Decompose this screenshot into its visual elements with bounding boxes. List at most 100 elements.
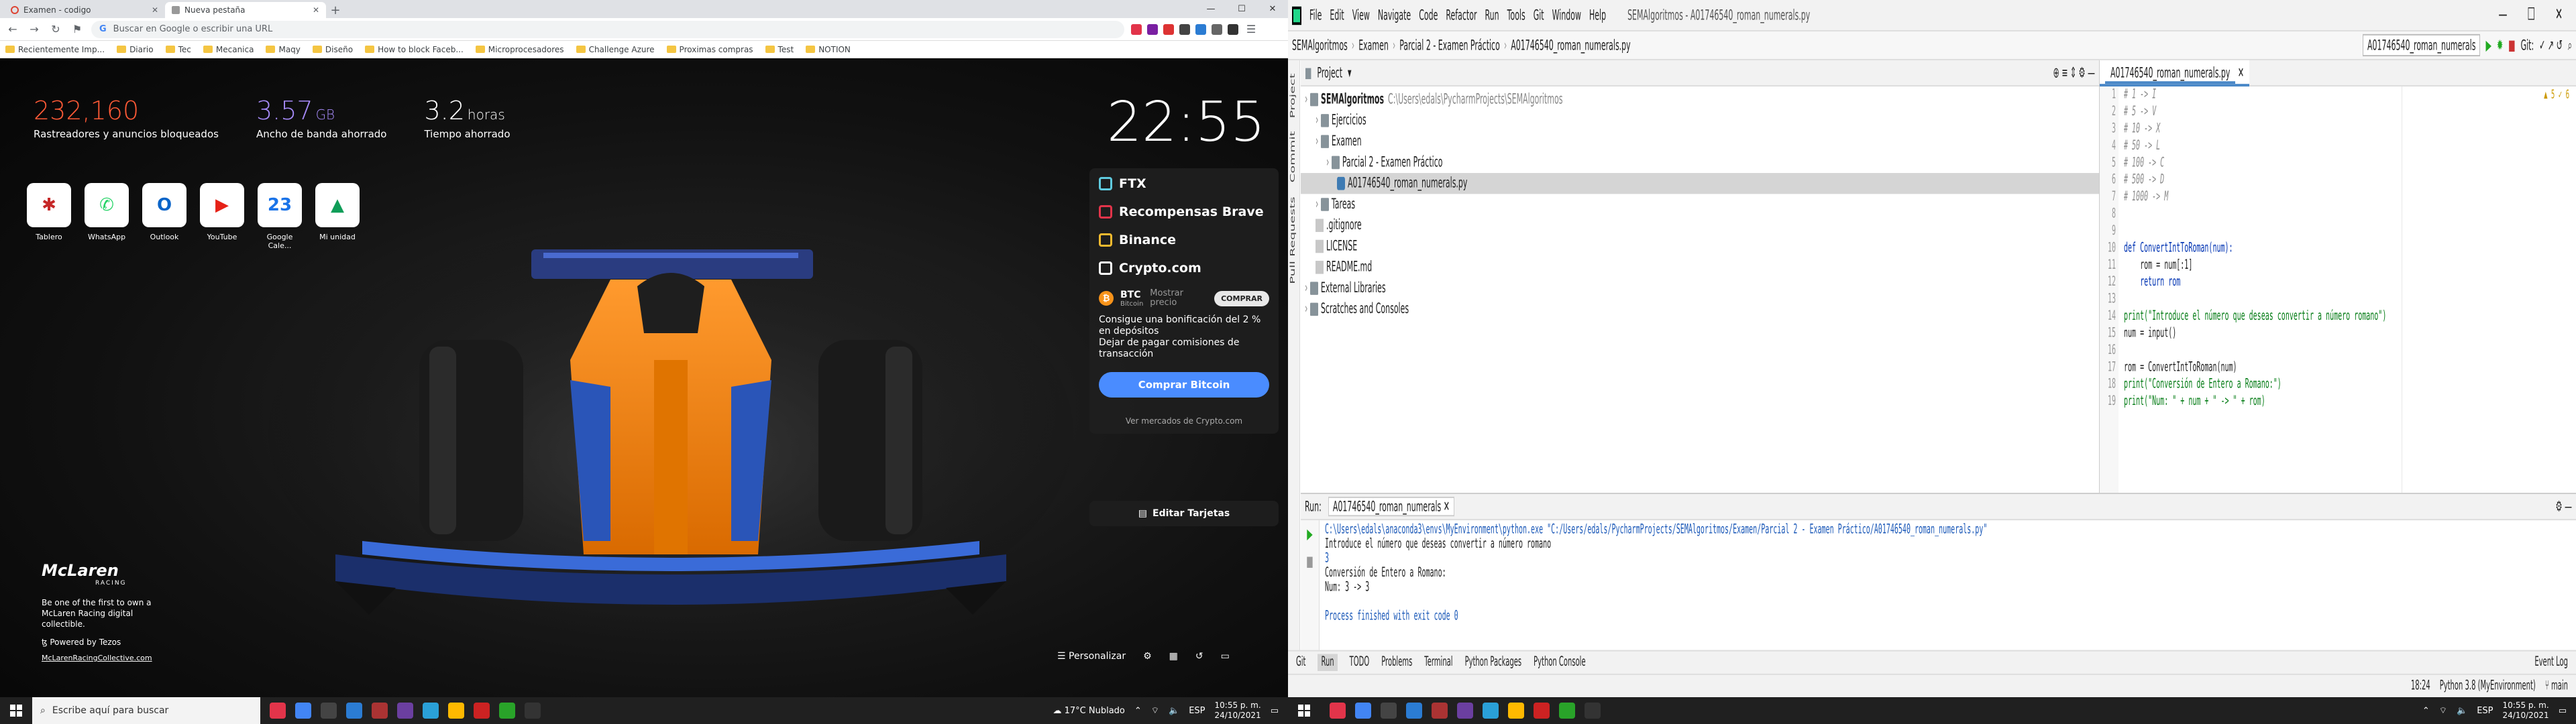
gear-icon[interactable]: ⚙ — bbox=[2556, 498, 2572, 515]
run-console[interactable]: ▶ ■ C:\Users\edals\anaconda3\envs\MyEnvi… bbox=[1301, 520, 2576, 652]
new-tab-button[interactable]: + bbox=[326, 2, 345, 18]
taskbar-app-icon[interactable] bbox=[1483, 703, 1499, 719]
volume-icon[interactable]: 🔈 bbox=[1169, 706, 1179, 716]
code-area[interactable]: 1 2 3 4 5 6 7 8 9 10 11 12 13 14 15 16 17 18 19 # 1 -> I # … bbox=[2100, 86, 2576, 493]
bookmark-item[interactable]: How to block Faceb... bbox=[365, 45, 464, 54]
taskbar-app-icon[interactable] bbox=[346, 703, 362, 719]
close-window-icon[interactable]: ✕ bbox=[1257, 0, 1288, 18]
bookmark-item[interactable]: Microprocesadores bbox=[475, 45, 564, 54]
tree-node[interactable]: README.md bbox=[1301, 257, 2099, 278]
maximize-icon[interactable]: ☐ bbox=[2527, 5, 2535, 25]
taskbar-app-icon[interactable] bbox=[499, 703, 515, 719]
extension-icon[interactable] bbox=[1212, 23, 1222, 35]
taskbar-app-icon[interactable] bbox=[270, 703, 286, 719]
menu-window[interactable]: Window bbox=[1552, 7, 1581, 23]
taskbar-app-icon[interactable] bbox=[1559, 703, 1575, 719]
brave-shields-icon[interactable] bbox=[1131, 23, 1142, 35]
chevron-right-icon[interactable]: › bbox=[1316, 132, 1321, 149]
top-site-tile[interactable]: ✆ WhatsApp bbox=[85, 183, 129, 250]
taskbar-app-icon[interactable] bbox=[423, 703, 439, 719]
tree-node[interactable]: LICENSE bbox=[1301, 236, 2099, 257]
chevron-right-icon[interactable]: › bbox=[1305, 300, 1310, 317]
minimize-icon[interactable]: — bbox=[1195, 0, 1226, 18]
extension-icon[interactable] bbox=[1163, 23, 1174, 35]
close-tab-icon[interactable]: ✕ bbox=[152, 5, 158, 15]
back-arrow-icon[interactable]: ← bbox=[5, 22, 20, 37]
taskbar-app-icon[interactable] bbox=[1534, 703, 1550, 719]
tool-tab-todo[interactable]: TODO bbox=[1350, 656, 1370, 670]
menu-refactor[interactable]: Refactor bbox=[1446, 7, 1477, 23]
brave-rewards-icon[interactable] bbox=[1147, 23, 1158, 35]
top-site-tile[interactable]: O Outlook bbox=[142, 183, 186, 250]
taskbar-app-icon[interactable] bbox=[525, 703, 541, 719]
taskbar-app-icon[interactable] bbox=[474, 703, 490, 719]
bookmark-item[interactable]: Mecanica bbox=[203, 45, 254, 54]
bookmark-item[interactable]: Diario bbox=[117, 45, 154, 54]
network-icon[interactable]: ⌔ bbox=[1151, 705, 1159, 716]
bookmark-item[interactable]: NOTION bbox=[806, 45, 851, 54]
taskbar-search[interactable]: ⌕ Escribe aquí para buscar bbox=[32, 697, 260, 724]
bookmark-item[interactable]: Diseño bbox=[312, 45, 353, 54]
project-tool-tab[interactable]: Project bbox=[1289, 73, 1297, 118]
clock-date[interactable]: 10:55 p. m. 24/10/2021 bbox=[2503, 701, 2549, 721]
puzzle-icon[interactable] bbox=[1228, 23, 1238, 35]
tool-tab-terminal[interactable]: Terminal bbox=[1424, 656, 1452, 670]
maximize-icon[interactable]: ☐ bbox=[1226, 0, 1257, 18]
bookmark-item[interactable]: Maqy bbox=[266, 45, 301, 54]
tree-node[interactable]: › External Libraries bbox=[1301, 278, 2099, 298]
pull-requests-tool-tab[interactable]: Pull Requests bbox=[1289, 196, 1297, 284]
notifications-icon[interactable]: ▭ bbox=[2559, 706, 2567, 716]
chevron-right-icon[interactable]: › bbox=[1305, 279, 1310, 296]
taskbar-app-icon[interactable] bbox=[372, 703, 388, 719]
event-log-tab[interactable]: Event Log bbox=[2534, 656, 2568, 670]
tree-node[interactable]: › Parcial 2 - Examen Práctico bbox=[1301, 152, 2099, 173]
buy-button[interactable]: COMPRAR bbox=[1214, 290, 1269, 306]
menu-navigate[interactable]: Navigate bbox=[1378, 7, 1411, 23]
inspection-widget[interactable]: ▲ 5 ✓ 6 bbox=[2544, 89, 2569, 103]
language-indicator[interactable]: ESP bbox=[1189, 706, 1205, 716]
tool-tab-git[interactable]: Git bbox=[1296, 656, 1305, 670]
address-bar[interactable]: G Buscar en Google o escribir una URL bbox=[91, 20, 1124, 38]
caret-position[interactable]: 18:24 bbox=[2411, 679, 2430, 694]
debug-icon[interactable]: ✹ bbox=[2497, 37, 2503, 54]
taskbar-app-icon[interactable] bbox=[1406, 703, 1422, 719]
show-price-link[interactable]: Mostrar precio bbox=[1150, 289, 1197, 308]
taskbar-app-icon[interactable] bbox=[1432, 703, 1448, 719]
bookmark-item[interactable]: Proximas compras bbox=[666, 45, 753, 54]
commit-tool-tab[interactable]: Commit bbox=[1289, 131, 1297, 183]
history-icon[interactable]: ↺ bbox=[1195, 651, 1203, 662]
chevron-right-icon[interactable]: › bbox=[1316, 195, 1321, 212]
bookmark-item[interactable]: Challenge Azure bbox=[576, 45, 655, 54]
bookmark-item[interactable]: Test bbox=[765, 45, 794, 54]
breadcrumb-item[interactable]: Examen bbox=[1358, 37, 1389, 54]
language-indicator[interactable]: ESP bbox=[2477, 706, 2493, 716]
tree-node[interactable]: › Tareas bbox=[1301, 194, 2099, 215]
customize-button[interactable]: ☰ Personalizar bbox=[1057, 651, 1126, 662]
taskbar-app-icon[interactable] bbox=[295, 703, 311, 719]
git-actions-icon[interactable]: ✓ ↗ ↺ bbox=[2539, 37, 2563, 54]
clock-date[interactable]: 10:55 p. m. 24/10/2021 bbox=[1215, 701, 1261, 721]
menu-file[interactable]: File bbox=[1309, 7, 1322, 23]
stop-icon[interactable]: ■ bbox=[2508, 37, 2515, 54]
menu-icon[interactable]: ☰ bbox=[1244, 22, 1258, 37]
breadcrumb-item[interactable]: Parcial 2 - Examen Práctico bbox=[1399, 37, 1500, 54]
start-button[interactable] bbox=[1288, 697, 1320, 724]
breadcrumb-item[interactable]: A01746540_roman_numerals.py bbox=[1511, 37, 1630, 54]
branch-icon[interactable]: ⑂ main bbox=[2545, 679, 2568, 694]
tab-examen[interactable]: Examen - codigo ✕ bbox=[4, 2, 165, 18]
card-header[interactable]: FTX bbox=[1099, 176, 1269, 191]
stop-icon[interactable]: ■ bbox=[1301, 553, 1319, 570]
tree-node[interactable]: › Ejercicios bbox=[1301, 110, 2099, 131]
tree-node[interactable]: › Scratches and Consoles bbox=[1301, 299, 2099, 320]
panel-options-icon[interactable]: ⊕ ≡ ⇕ ⚙ — bbox=[2053, 64, 2096, 81]
bookmark-item[interactable]: Tec bbox=[165, 45, 191, 54]
menu-edit[interactable]: Edit bbox=[1330, 7, 1344, 23]
media-icon[interactable]: ▭ bbox=[1221, 651, 1230, 662]
tray-arrow-icon[interactable]: ⌃ bbox=[1134, 706, 1142, 716]
start-button[interactable] bbox=[0, 697, 32, 724]
volume-icon[interactable]: 🔈 bbox=[2457, 706, 2467, 716]
interpreter[interactable]: Python 3.8 (MyEnvironment) bbox=[2440, 679, 2536, 694]
run-config-select[interactable]: A01746540_roman_numerals bbox=[2363, 34, 2481, 57]
settings-icon[interactable]: ⚙ bbox=[1143, 651, 1152, 662]
taskbar-app-icon[interactable] bbox=[1330, 703, 1346, 719]
